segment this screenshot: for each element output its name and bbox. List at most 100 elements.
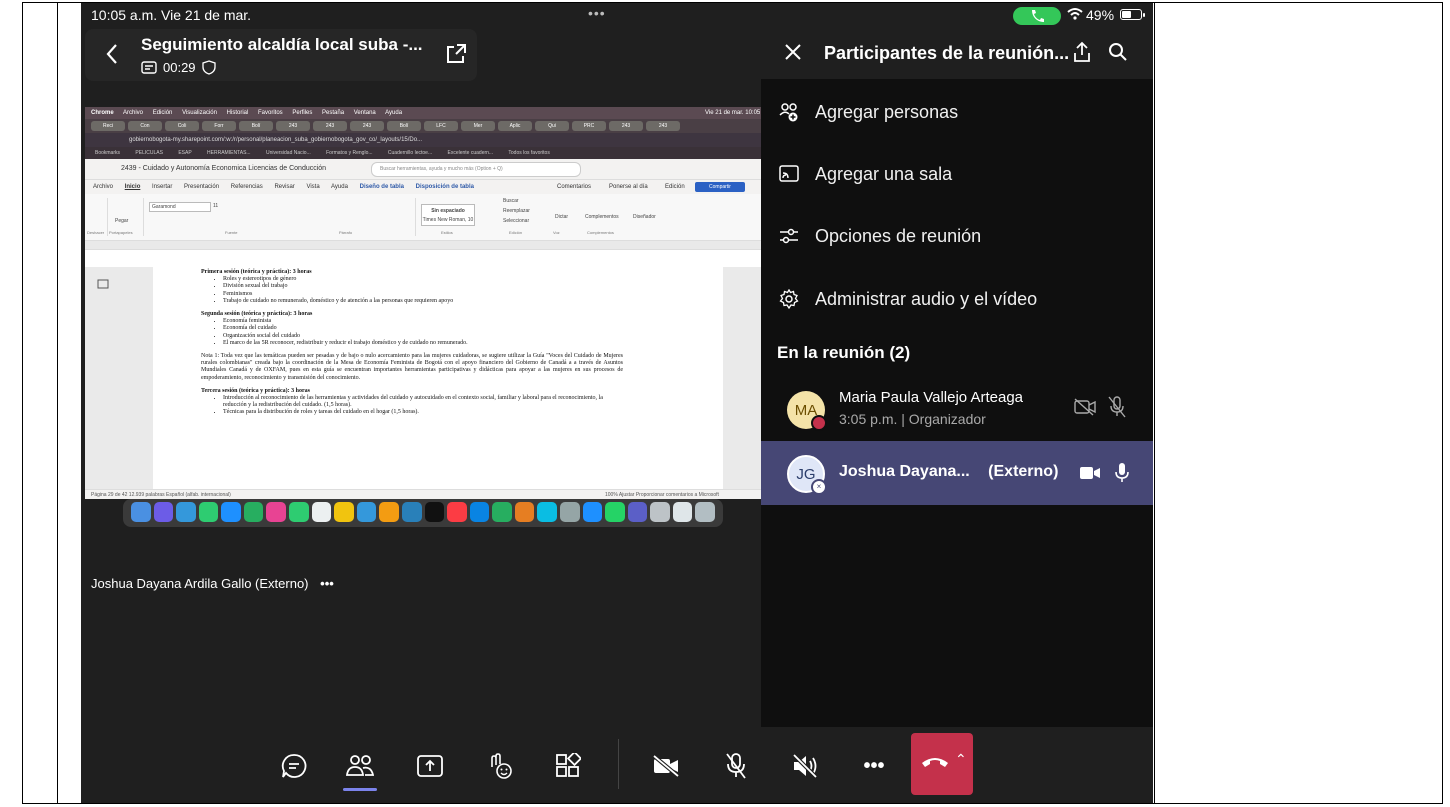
meeting-timer: 00:29 xyxy=(141,60,216,75)
share-screen-button[interactable] xyxy=(413,749,447,783)
ribbon-tab: Diseño de tabla xyxy=(359,184,404,190)
participant-name: Maria Paula Vallejo Arteaga xyxy=(839,389,1023,406)
search-icon[interactable] xyxy=(1108,42,1128,62)
apps-button[interactable] xyxy=(551,749,585,783)
chat-button[interactable] xyxy=(277,749,311,783)
ribbon-group-label: Portapapeles xyxy=(109,230,133,235)
bookmark-item: HERRAMIENTAS... xyxy=(207,150,251,156)
sliders-icon xyxy=(780,228,798,244)
close-icon[interactable] xyxy=(783,42,803,62)
camera-toggle-button[interactable] xyxy=(649,749,683,783)
bookmark-item: Formatos y Renglo... xyxy=(326,150,373,156)
list-item: División sexual del trabajo xyxy=(223,283,723,290)
ribbon-tab: Archivo xyxy=(93,184,114,190)
style-sub: Times New Roman, 10 xyxy=(422,217,474,223)
browser-tab: PRC xyxy=(572,121,606,131)
busy-status-icon xyxy=(811,415,827,431)
browser-tab: Qui xyxy=(535,121,569,131)
audio-video-settings-button[interactable]: Administrar audio y el vídeo xyxy=(779,284,1037,314)
ribbon-group-label: Complementos xyxy=(587,230,614,235)
add-people-button[interactable]: Agregar personas xyxy=(779,97,958,127)
dock-app-icon xyxy=(266,502,287,522)
add-room-button[interactable]: Agregar una sala xyxy=(779,159,952,189)
dock-app-icon xyxy=(379,502,399,522)
dock-app-icon xyxy=(650,502,670,522)
ribbon-catchup: Ponerse al día xyxy=(609,184,648,190)
active-tab-indicator xyxy=(343,788,377,791)
mic-toggle-button[interactable] xyxy=(719,749,753,783)
document-area: Primera sesión (teórica y práctica): 3 h… xyxy=(85,267,761,489)
dock-app-icon xyxy=(537,502,557,522)
share-icon[interactable] xyxy=(1071,41,1093,63)
add-people-icon xyxy=(779,103,798,122)
word-search: Buscar herramientas, ayuda y mucho más (… xyxy=(371,162,581,177)
add-room-label: Agregar una sala xyxy=(815,163,953,184)
spotlight-participant-name[interactable]: Joshua Dayana Ardila Gallo (Externo) ••• xyxy=(91,576,334,591)
multitask-dots[interactable]: ••• xyxy=(588,5,606,21)
meeting-title[interactable]: Seguimiento alcaldía local suba -... xyxy=(141,35,423,55)
wifi-icon xyxy=(1067,8,1083,20)
list-item: Feminismos xyxy=(223,291,723,298)
list-item: Trabajo de cuidado no remunerado, domést… xyxy=(223,298,723,305)
ribbon-group-label: Voz xyxy=(553,230,560,235)
back-chevron-icon[interactable] xyxy=(105,43,119,65)
participants-button[interactable] xyxy=(343,749,377,783)
meeting-options-button[interactable]: Opciones de reunión xyxy=(779,221,981,251)
participant-row[interactable]: MA Maria Paula Vallejo Arteaga 3:05 p.m.… xyxy=(761,377,1153,441)
camera-icon xyxy=(1080,467,1100,479)
menubar-item: Favoritos xyxy=(258,110,283,116)
dock-app-icon xyxy=(153,502,174,522)
people-icon xyxy=(346,755,374,776)
avatar-initials: JG xyxy=(796,465,816,483)
statusbar-left: Página 29 de 42 12.939 palabras Español … xyxy=(91,492,231,498)
doc-title: 2439 - Cuidado y Autonomía Economica Lic… xyxy=(121,165,327,172)
speaker-toggle-button[interactable] xyxy=(789,749,823,783)
dock-app-icon xyxy=(334,502,354,522)
paste-button-label: Pegar xyxy=(115,218,129,224)
dock-app-icon xyxy=(356,502,377,522)
menubar-item: Pestaña xyxy=(322,110,345,116)
participant-row-selected[interactable]: JG × Joshua Dayana... (Externo) xyxy=(761,441,1153,505)
leave-button[interactable]: ⌃ xyxy=(911,733,973,795)
camera-off-icon xyxy=(1074,398,1096,416)
dock-app-icon xyxy=(131,502,151,522)
ribbon-group-label: Edición xyxy=(509,230,523,235)
avatar: MA xyxy=(787,391,827,431)
menubar-item: Ayuda xyxy=(385,110,403,116)
browser-tab: Con xyxy=(128,121,162,131)
more-options-icon[interactable]: ••• xyxy=(320,576,334,591)
word-statusbar: Página 29 de 42 12.939 palabras Español … xyxy=(85,489,761,499)
list-item: Técnicas para la distribución de roles y… xyxy=(223,409,613,416)
browser-tab: 243 xyxy=(609,121,643,131)
gear-icon xyxy=(779,289,799,309)
ribbon-editing: Edición xyxy=(665,184,685,190)
browser-tab: Aplic xyxy=(498,121,532,131)
dock-app-icon xyxy=(605,502,625,522)
calendar-dock-icon xyxy=(311,502,332,522)
bookmark-item: Universidad Nacio... xyxy=(265,150,311,156)
bookmark-item: PELICULAS xyxy=(135,150,163,156)
chevron-up-icon[interactable]: ⌃ xyxy=(955,751,967,768)
browser-tab: Reci xyxy=(91,121,125,131)
dock-app-icon xyxy=(198,502,219,522)
phone-icon xyxy=(1032,10,1044,22)
cast-room-icon xyxy=(779,165,799,182)
dock-app-icon xyxy=(289,502,309,522)
active-call-pill[interactable] xyxy=(1013,7,1061,25)
browser-url: gobiernobogota-my.sharepoint.com/:w:/r/p… xyxy=(85,133,761,147)
reactions-button[interactable] xyxy=(483,749,517,783)
more-button[interactable]: ••• xyxy=(857,749,891,783)
browser-tab: Mer xyxy=(461,121,495,131)
note-paragraph: Nota 1: Toda vez que las temáticas puede… xyxy=(201,353,623,381)
menubar-clock: Vie 21 de mar. 10:05 xyxy=(705,110,761,116)
raise-hand-icon xyxy=(491,753,512,779)
status-bar: 10:05 a.m. Vie 21 de mar. ••• 49% xyxy=(81,3,1153,27)
popout-icon[interactable] xyxy=(445,43,467,65)
ribbon-addins: Complementos xyxy=(585,214,619,220)
bookmark-item: Todos los favoritos xyxy=(508,150,550,156)
panel-header: Participantes de la reunión... xyxy=(761,27,1153,79)
section-list: Introducción al reconocimiento de las he… xyxy=(201,395,723,417)
ribbon-group-label: Estilos xyxy=(441,230,453,235)
font-size-box: 11 xyxy=(213,203,219,209)
dock-app-icon xyxy=(627,502,648,522)
